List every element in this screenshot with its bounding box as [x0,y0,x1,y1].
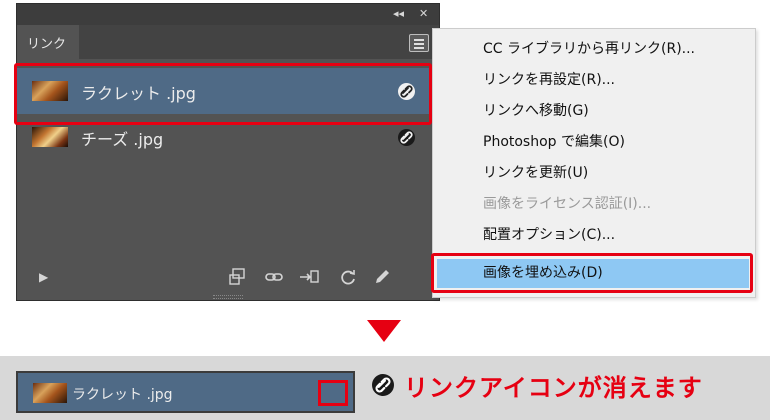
highlight-frame-selected-link [14,63,432,125]
menu-item-update-link[interactable]: リンクを更新(U) [483,163,588,183]
relink-from-cc-icon[interactable] [229,268,247,291]
play-icon[interactable]: ▶ [39,268,48,286]
link-row-after-embed: ラクレット .jpg [16,371,355,413]
empty-icon-highlight-frame [318,380,348,406]
highlight-frame-embed-item [431,253,753,293]
caption-text: リンクアイコンが消えます [404,374,703,402]
thumbnail-image [33,383,67,403]
menu-item-placement-options[interactable]: 配置オプション(C)... [483,225,615,245]
collapse-panel-button[interactable]: ◂◂ [393,7,404,21]
edit-original-icon[interactable] [373,268,391,291]
close-panel-button[interactable]: ✕ [419,7,428,21]
tab-links[interactable]: リンク [17,25,79,59]
relink-icon[interactable] [265,268,283,291]
panel-tab-strip [17,25,439,59]
panel-resize-grip[interactable] [213,295,243,299]
links-panel: ◂◂ ✕ リンク ラクレット .jpg チーズ .jpg ▶ [16,3,440,301]
panel-footer-toolbar: ▶ [17,264,439,294]
result-band: ラクレット .jpg リンクアイコンが消えます [0,356,770,420]
link-name: ラクレット .jpg [72,387,173,403]
menu-item-edit-in-photoshop[interactable]: Photoshop で編集(O) [483,132,625,152]
menu-item-license-image: 画像をライセンス認証(I)... [483,196,652,212]
panel-title-bar: ◂◂ ✕ [17,4,439,25]
thumbnail-image [32,127,68,147]
link-name: チーズ .jpg [81,130,164,149]
menu-item-relink[interactable]: リンクを再設定(R)... [483,70,615,90]
link-chain-icon [398,129,415,146]
link-chain-icon [372,374,394,396]
panel-menu-button[interactable] [409,34,429,52]
down-arrow-icon [367,320,401,342]
goto-link-icon[interactable] [299,268,319,291]
update-link-icon[interactable] [339,268,357,291]
menu-item-go-to-link[interactable]: リンクへ移動(G) [483,101,589,121]
menu-item-relink-from-cc[interactable]: CC ライブラリから再リンク(R)... [483,39,695,59]
